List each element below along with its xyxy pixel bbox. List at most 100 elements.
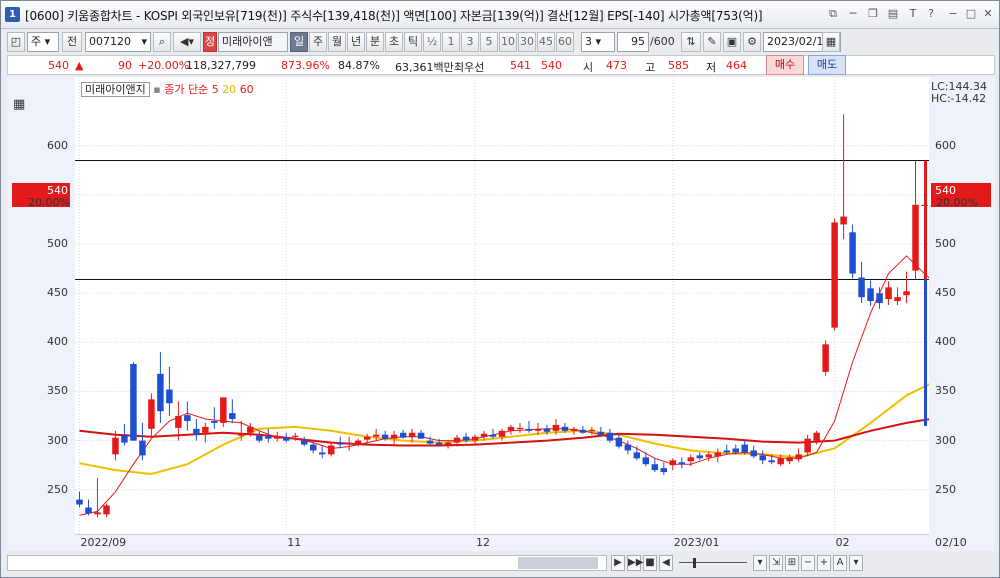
period-button-4[interactable]: 분	[366, 32, 384, 52]
candle-body-37	[408, 432, 416, 437]
y-tick-right-0: 250	[935, 482, 956, 496]
candle-body-23	[283, 437, 290, 441]
interval-button-2[interactable]: 3	[461, 32, 479, 52]
x-tick-5: 02/10	[935, 536, 967, 549]
period-button-3[interactable]: 년	[347, 32, 365, 52]
calendar-icon[interactable]: ▦	[822, 32, 840, 52]
link-icon[interactable]: ⧉	[826, 7, 840, 21]
y-tick-right-7: 600	[935, 138, 956, 152]
font-T-icon[interactable]: T	[906, 7, 920, 21]
close-icon[interactable]: ✕	[981, 7, 995, 21]
tool-icon[interactable]: ✎	[703, 32, 721, 52]
candle-body-59	[606, 432, 614, 441]
date-value: 2023/02/10	[767, 35, 831, 48]
change-percent: +20.00%	[138, 59, 190, 72]
print-icon[interactable]: ▤	[886, 7, 900, 21]
interval-button-3[interactable]: 5	[480, 32, 498, 52]
high-label: 고	[645, 61, 656, 74]
candle-body-28	[327, 445, 335, 455]
scroll-prev-button[interactable]: ◀	[659, 555, 673, 571]
font-size-button[interactable]: A	[833, 555, 847, 571]
indicator-icon[interactable]: ⇅	[681, 32, 701, 52]
interval-button-1[interactable]: 1	[442, 32, 460, 52]
all-toggle[interactable]: 전	[62, 32, 82, 52]
period-select-value: 주	[31, 35, 42, 48]
zoom-slider-handle[interactable]	[693, 558, 696, 568]
open-price: 473	[606, 59, 627, 72]
zoom-slider[interactable]	[679, 562, 747, 563]
y-tick-right-2: 350	[935, 384, 956, 398]
scroll-thumb[interactable]	[518, 557, 598, 569]
current-price-right: 540	[935, 184, 956, 197]
font-down-icon[interactable]: ▾	[849, 555, 863, 571]
period-button-2[interactable]: 월	[328, 32, 346, 52]
period-button-5[interactable]: 초	[385, 32, 403, 52]
save-icon[interactable]: ▣	[723, 32, 741, 52]
sell-button[interactable]: 매도	[808, 55, 846, 75]
candle-body-89	[876, 293, 883, 304]
candle-body-30	[345, 442, 353, 445]
zoom-out-button[interactable]: −	[801, 555, 815, 571]
change-value: 90	[118, 59, 132, 72]
candle-body-1	[85, 507, 92, 514]
scroll-next-button[interactable]: ▶	[611, 555, 625, 571]
candle-body-8	[148, 399, 155, 429]
restore-icon[interactable]: ❐	[866, 7, 880, 21]
chart-layout-icon[interactable]: ◰	[7, 32, 25, 52]
best-bid-label: 최우선	[454, 61, 485, 74]
y-tick-right-1: 300	[935, 433, 956, 447]
stock-code-value: 007120	[89, 35, 131, 48]
stock-code-input[interactable]: 007120 ▾	[85, 32, 151, 52]
legend-bullet-icon: ▪	[153, 83, 161, 96]
candle-body-17	[229, 413, 236, 420]
candle-body-86	[849, 232, 856, 274]
scroll-track[interactable]	[7, 555, 607, 571]
zoom-in-button[interactable]: +	[817, 555, 831, 571]
interval-button-0[interactable]: ½	[423, 32, 441, 52]
legend-stock-name[interactable]: 미래아이앤지	[81, 82, 150, 97]
count-input[interactable]: 95	[617, 32, 649, 52]
candlestick-chart[interactable]	[75, 77, 962, 534]
candle-body-21	[265, 436, 272, 439]
candle-body-58	[597, 431, 605, 435]
minimize-tab-icon[interactable]: ─	[846, 7, 860, 21]
period-button-1[interactable]: 주	[309, 32, 327, 52]
interval-button-5[interactable]: 30	[518, 32, 536, 52]
candle-body-81	[804, 438, 811, 453]
count-total: /600	[650, 35, 675, 48]
maximize-icon[interactable]: □	[964, 7, 978, 21]
candle-body-20	[256, 435, 263, 441]
plot-area[interactable]	[75, 77, 962, 534]
buy-button[interactable]: 매수	[766, 55, 804, 75]
interval-select[interactable]: 3 ▾	[581, 32, 615, 52]
title-bar: 1 [0600] 키움종합차트 - KOSPI 외국인보유[719(천)] 주식…	[1, 1, 999, 29]
scroll-stop-button[interactable]: ■	[643, 555, 657, 571]
period-select[interactable]: 주 ▾	[27, 32, 59, 52]
candle-body-25	[300, 440, 308, 445]
candle-body-57	[588, 429, 596, 432]
zoom-dropdown[interactable]: ▾	[753, 555, 767, 571]
candle-body-43	[462, 436, 470, 441]
grid-icon[interactable]: ▦	[13, 97, 25, 112]
fit-icon[interactable]: ⇲	[769, 555, 783, 571]
scroll-play-button[interactable]: ▶▶	[627, 555, 643, 571]
window-number-badge[interactable]: 1	[5, 7, 20, 22]
search-icon[interactable]: ⌕	[153, 32, 171, 52]
help-icon[interactable]: ?	[924, 7, 938, 21]
candle-body-63	[642, 457, 650, 465]
gear-icon[interactable]: ⚙	[743, 32, 761, 52]
interval-button-6[interactable]: 45	[537, 32, 555, 52]
interval-button-4[interactable]: 10	[499, 32, 517, 52]
sound-icon[interactable]: ◀▾	[173, 32, 201, 52]
period-button-6[interactable]: 틱	[404, 32, 422, 52]
interval-button-7[interactable]: 60	[556, 32, 574, 52]
x-tick-0: 2022/09	[80, 536, 127, 549]
candle-body-85	[840, 216, 847, 225]
candle-body-87	[858, 277, 865, 298]
expand-icon[interactable]: ⊞	[785, 555, 799, 571]
minimize-icon[interactable]: −	[946, 7, 960, 21]
candle-body-72	[723, 450, 730, 453]
period-button-0[interactable]: 일	[290, 32, 308, 52]
candle-body-29	[336, 442, 344, 445]
candle-body-82	[813, 432, 820, 441]
